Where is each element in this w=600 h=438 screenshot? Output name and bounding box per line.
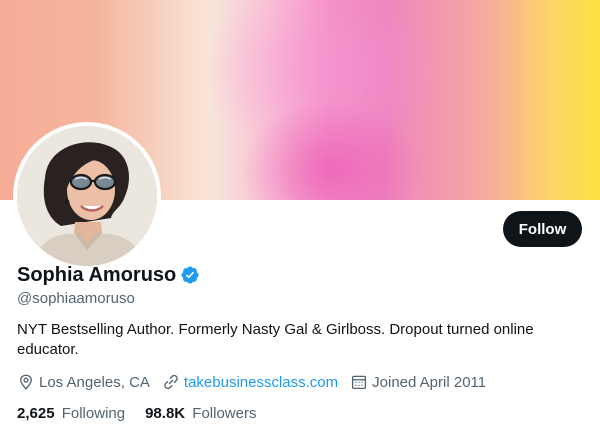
verified-badge-icon	[180, 265, 200, 285]
location-pin-icon	[17, 373, 35, 391]
following-link[interactable]: 2,625 Following	[17, 405, 125, 422]
followers-count: 98.8K	[145, 404, 186, 422]
joined-text: Joined April 2011	[372, 373, 487, 391]
followers-label: Followers	[192, 404, 257, 422]
handle: @sophiaamoruso	[17, 290, 135, 307]
profile-header: Follow Sophia Amoruso @sophiaamoruso NYT…	[0, 0, 600, 438]
name-row: Sophia Amoruso	[17, 262, 200, 288]
display-name: Sophia Amoruso	[17, 263, 177, 286]
follow-button[interactable]: Follow	[503, 211, 582, 247]
joined-date: Joined April 2011	[350, 373, 486, 391]
website: takebusinessclass.com	[162, 373, 338, 391]
followers-link[interactable]: 98.8K Followers	[145, 405, 256, 422]
bio: NYT Bestselling Author. Formerly Nasty G…	[17, 321, 534, 358]
avatar[interactable]	[13, 122, 161, 270]
following-count: 2,625	[17, 404, 55, 422]
calendar-icon	[350, 373, 368, 391]
location: Los Angeles, CA	[17, 373, 150, 391]
website-link[interactable]: takebusinessclass.com	[184, 374, 338, 391]
profile-stats: 2,625 Following 98.8K Followers	[17, 402, 276, 424]
following-label: Following	[61, 404, 126, 422]
profile-meta: Los Angeles, CA takebusinessclass.com Jo…	[17, 371, 498, 393]
link-icon	[162, 373, 180, 391]
avatar-photo	[17, 126, 157, 266]
location-text: Los Angeles, CA	[39, 373, 150, 391]
